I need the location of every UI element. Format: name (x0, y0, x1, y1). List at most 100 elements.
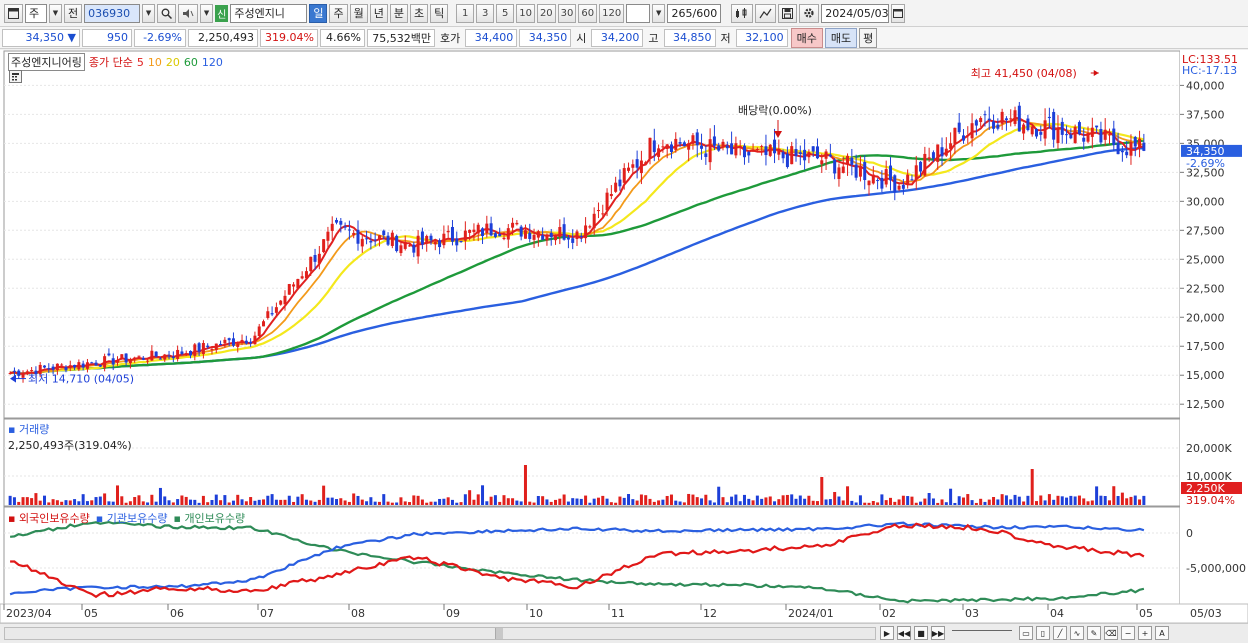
interval-dropdown-icon[interactable]: ▼ (652, 3, 666, 23)
candle-body (957, 122, 961, 133)
volume-title[interactable]: ▪ 거래량 (8, 421, 132, 437)
interval-120[interactable]: 120 (599, 3, 625, 23)
zoom-out-icon[interactable]: − (1121, 626, 1135, 640)
candle-body (566, 237, 570, 240)
legend-institution[interactable]: ▪ 기관보유수량 (96, 510, 168, 526)
candle-count-input[interactable]: 265/600 (667, 3, 722, 23)
font-icon[interactable]: A (1155, 626, 1169, 640)
high-price: 34,850 (663, 28, 716, 47)
buy-button[interactable]: 매수 (790, 27, 823, 48)
candle-body (253, 335, 257, 345)
sell-button[interactable]: 매도 (824, 27, 858, 48)
volume-bar (738, 501, 742, 505)
interval-5[interactable]: 5 (496, 3, 515, 23)
volume-bar (974, 502, 978, 505)
draw-tool-icon[interactable] (755, 3, 777, 23)
zoom-slider[interactable] (952, 630, 1012, 636)
stop-icon[interactable]: ■ (914, 626, 928, 640)
candle-body (365, 238, 369, 240)
pen-icon[interactable]: ✎ (1087, 626, 1101, 640)
trend-icon[interactable]: ∿ (1070, 626, 1084, 640)
gear-icon[interactable] (799, 3, 820, 23)
period-minute-tab[interactable]: 분 (389, 3, 408, 23)
legend-ma5[interactable]: 5 (137, 56, 144, 69)
period-tick-tab[interactable]: 틱 (430, 3, 449, 23)
calculator-icon[interactable] (9, 70, 22, 83)
volume-bar (219, 500, 223, 505)
volume-bar (1125, 498, 1129, 505)
volume-bar (704, 494, 708, 505)
chart-area[interactable]: 최고 41,450 (04/08) 최저 14,710 (04/05) 배당락(0.… (0, 50, 1248, 624)
legend-ma120[interactable]: 120 (202, 56, 223, 69)
search-icon[interactable] (157, 3, 177, 23)
scroll-right-icon[interactable]: ▶ (880, 626, 894, 640)
market-dropdown-icon[interactable]: ▼ (49, 3, 62, 23)
draw-icon[interactable]: ╱ (1053, 626, 1067, 640)
interval-60[interactable]: 60 (578, 3, 598, 23)
chart-type-icon[interactable] (731, 3, 754, 23)
candle-body (206, 345, 210, 348)
candle-body (463, 230, 467, 241)
candle-body (12, 370, 16, 372)
prev-button[interactable]: 전 (64, 3, 83, 23)
low-label: 저 (720, 31, 731, 45)
code-dropdown-icon[interactable]: ▼ (142, 3, 156, 23)
legend-ma10[interactable]: 10 (148, 56, 162, 69)
date-input[interactable]: 2024/05/03 (821, 3, 890, 23)
volume-bar (961, 497, 965, 505)
period-year-tab[interactable]: 년 (369, 3, 388, 23)
flat-button[interactable]: 평 (859, 27, 878, 48)
period-week-tab[interactable]: 주 (329, 3, 348, 23)
period-second-tab[interactable]: 초 (409, 3, 429, 23)
volume-bar (691, 494, 695, 505)
chart-scrollbar[interactable] (4, 627, 876, 640)
market-select[interactable]: 주 (25, 3, 47, 23)
eraser-icon[interactable]: ⌫ (1104, 626, 1118, 640)
window-menu-icon[interactable] (4, 3, 23, 23)
volume-bar (1138, 499, 1142, 505)
rewind-icon[interactable]: ◀◀ (897, 626, 911, 640)
volume-bar (858, 495, 862, 505)
candle-body (476, 224, 480, 234)
sound-icon[interactable] (178, 3, 199, 23)
interval-1[interactable]: 1 (456, 3, 475, 23)
candle-body (914, 165, 918, 180)
zoom-in-icon[interactable]: + (1138, 626, 1152, 640)
interval-20[interactable]: 20 (536, 3, 556, 23)
volume-bar (1090, 500, 1094, 505)
interval-30[interactable]: 30 (557, 3, 577, 23)
layout-icon[interactable]: ▭ (1019, 626, 1033, 640)
candle-body (515, 222, 519, 225)
sound-dropdown-icon[interactable]: ▼ (200, 3, 214, 23)
stock-code-input[interactable]: 036930 (84, 3, 141, 23)
interval-3[interactable]: 3 (476, 3, 495, 23)
interval-10[interactable]: 10 (516, 3, 535, 23)
scroll-thumb[interactable] (495, 628, 503, 639)
volume-bar (588, 502, 592, 505)
legend-individual[interactable]: ▪ 개인보유수량 (173, 510, 245, 526)
legend-ma20[interactable]: 20 (166, 56, 180, 69)
candle-body (940, 147, 944, 157)
candle-body (189, 350, 193, 356)
candle-body (627, 167, 631, 171)
calendar-icon[interactable] (891, 3, 906, 23)
split-icon[interactable]: ▯ (1036, 626, 1050, 640)
price-change: 950 (82, 28, 132, 47)
interval-custom-input[interactable] (626, 3, 651, 23)
volume-bar (266, 495, 270, 505)
candle-body (605, 192, 609, 211)
legend-ma60[interactable]: 60 (184, 56, 198, 69)
volume-bar (360, 499, 364, 505)
volume-bar (1060, 496, 1064, 505)
period-day-tab[interactable]: 일 (309, 3, 328, 23)
forward-icon[interactable]: ▶▶ (931, 626, 945, 640)
legend-foreign[interactable]: ▪ 외국인보유수량 (8, 510, 90, 526)
period-month-tab[interactable]: 월 (349, 3, 368, 23)
legend-stock-name[interactable]: 주성엔지니어링 (8, 53, 85, 71)
trade-amount: 75,532백만 (367, 28, 435, 47)
volume-bar (1030, 469, 1034, 505)
save-icon[interactable] (778, 3, 798, 23)
volume-bar (927, 493, 931, 505)
candle-body (47, 368, 51, 370)
candle-body (880, 177, 884, 189)
